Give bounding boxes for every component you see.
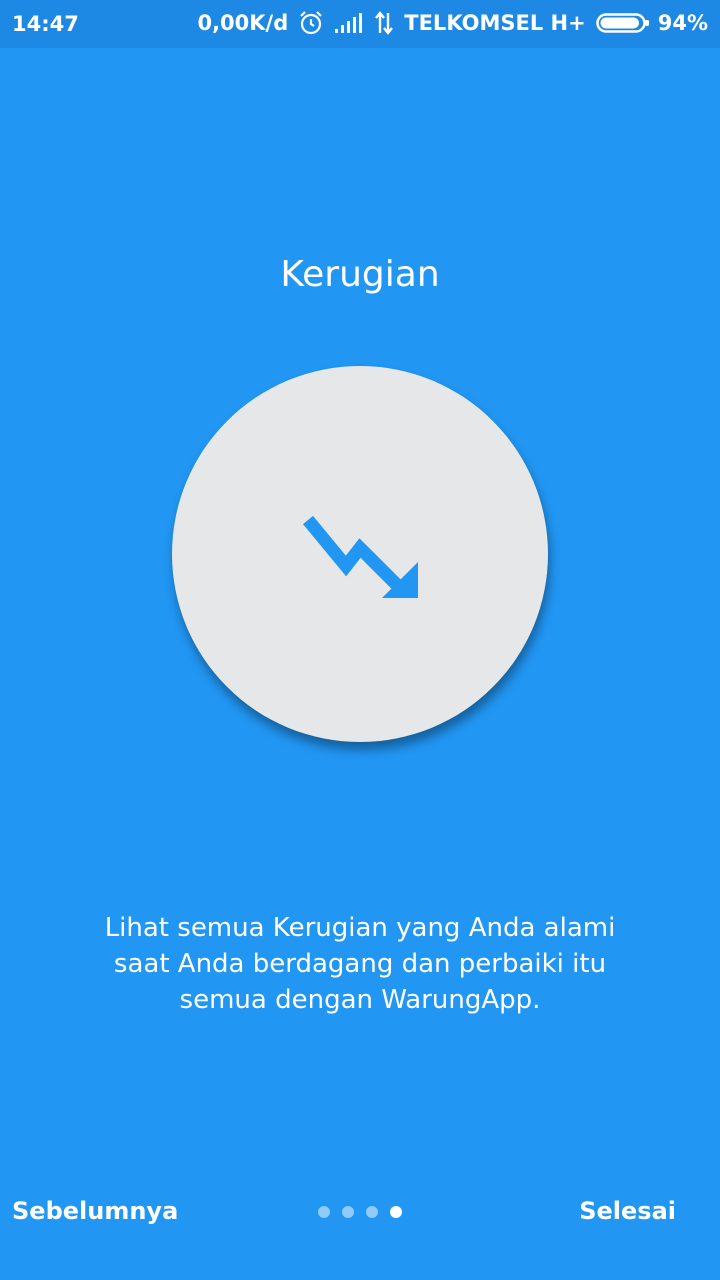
- page-title: Kerugian: [280, 254, 440, 295]
- signal-icon: [334, 12, 364, 34]
- carrier-name: TELKOMSEL H+: [404, 11, 586, 35]
- page-dot: [390, 1206, 402, 1218]
- battery-percent: 94%: [657, 11, 708, 35]
- status-indicators: 0,00K/d TELKOMSEL H+ 94%: [197, 10, 708, 36]
- battery-icon: [595, 13, 649, 33]
- previous-button[interactable]: Sebelumnya: [12, 1197, 178, 1225]
- alarm-icon: [298, 10, 324, 36]
- trending-down-icon: [302, 515, 418, 598]
- network-speed: 0,00K/d: [197, 11, 289, 35]
- status-bar: 14:47 0,00K/d TELKOMSEL H+ 94%: [0, 0, 720, 48]
- onboarding-screen: 14:47 0,00K/d TELKOMSEL H+ 94% Kerugian …: [0, 0, 720, 1280]
- onboarding-description: Lihat semua Kerugian yang Anda alami saa…: [104, 913, 616, 1015]
- data-transfer-icon: [374, 11, 394, 35]
- page-dot: [366, 1206, 378, 1218]
- done-button[interactable]: Selesai: [579, 1197, 676, 1225]
- status-time: 14:47: [12, 12, 79, 36]
- bottom-navigation: Sebelumnya Selesai: [0, 1180, 720, 1280]
- page-indicator: [318, 1206, 402, 1218]
- page-dot: [342, 1206, 354, 1218]
- battery-indicator: 94%: [595, 11, 708, 35]
- page-dot: [318, 1206, 330, 1218]
